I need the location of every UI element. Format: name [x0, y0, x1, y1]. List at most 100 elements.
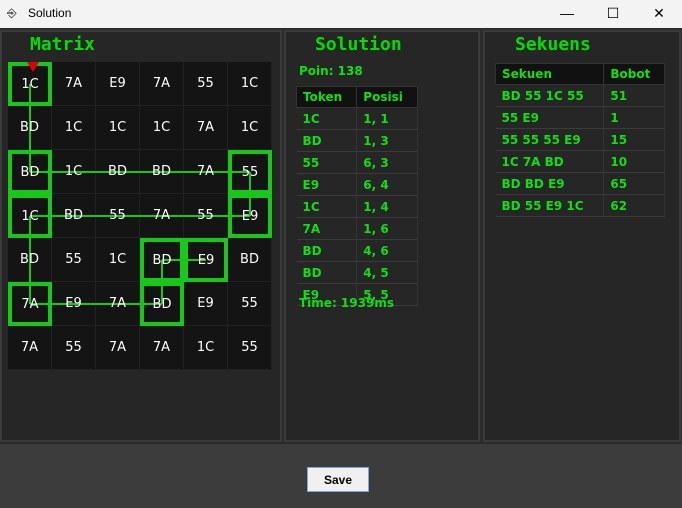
table-cell: 6, 3	[356, 151, 418, 174]
matrix-cell: BD	[8, 106, 52, 150]
table-row: 1C 1, 1	[296, 107, 418, 130]
table-cell: 7A	[296, 217, 358, 240]
table-cell: 1C	[296, 107, 358, 130]
matrix-cell: 7A	[140, 326, 184, 370]
matrix-cell: BD	[140, 282, 184, 326]
matrix-cell: 7A	[184, 106, 228, 150]
table-row: BD 55 1C 55 51	[495, 84, 665, 107]
minimize-button[interactable]: —	[544, 0, 590, 28]
matrix-cell: 7A	[96, 326, 140, 370]
matrix-cell: 7A	[184, 150, 228, 194]
matrix-cell-token: 55	[197, 76, 214, 91]
matrix-cell-token: 1C	[108, 120, 127, 135]
matrix-cell: 1C	[96, 238, 140, 282]
table-row: 55 55 55 E9 15	[495, 128, 665, 151]
table-header: Bobot	[603, 63, 665, 85]
table-row: 1C 1, 4	[296, 195, 418, 218]
matrix-cell-token: BD	[240, 252, 259, 267]
matrix-cell: E9	[228, 194, 272, 238]
matrix-cell-token: 1C	[240, 120, 259, 135]
table-row: BD BD E9 65	[495, 172, 665, 195]
matrix-cell-token: BD	[152, 164, 171, 179]
matrix-cell-token: 7A	[196, 164, 215, 179]
matrix-cell-token: 7A	[196, 120, 215, 135]
matrix-cell: 55	[228, 326, 272, 370]
matrix-cell-token: 1C	[64, 120, 83, 135]
matrix-cell: 7A	[8, 282, 52, 326]
matrix-cell-token: 1C	[64, 164, 83, 179]
table-row: BD 4, 6	[296, 239, 418, 262]
matrix-cell-token: 7A	[152, 76, 171, 91]
solution-title: Solution	[315, 34, 402, 55]
table-row: E9 6, 4	[296, 173, 418, 196]
table-row: BD 55 E9 1C 62	[495, 194, 665, 217]
solution-table: Token Posisi 1C 1, 1 BD 1, 3 55 6, 3 E9 6, 4 1C 1, …	[295, 86, 418, 306]
matrix-cell-token: 1C	[21, 76, 39, 92]
matrix-cell-token: 1C	[240, 76, 259, 91]
title-bar: ⎆ Solution — ☐ ✕	[0, 0, 682, 28]
matrix-cell: BD	[140, 150, 184, 194]
matrix-cell-token: 7A	[152, 340, 171, 355]
table-cell: 1C 7A BD	[495, 150, 605, 173]
table-cell: 1, 4	[356, 195, 418, 218]
matrix-cell-token: E9	[109, 76, 126, 91]
table-cell: 62	[603, 194, 665, 217]
matrix-cell: BD	[8, 150, 52, 194]
matrix-cell-token: 1C	[108, 252, 127, 267]
table-cell: 1, 3	[356, 129, 418, 152]
matrix-cell-token: E9	[197, 252, 215, 268]
matrix-title: Matrix	[30, 34, 96, 55]
matrix-cell-token: 7A	[20, 340, 39, 355]
matrix-cell: 55	[228, 150, 272, 194]
matrix-cell-token: BD	[152, 252, 172, 268]
table-row: BD 1, 3	[296, 129, 418, 152]
table-cell: 55 E9	[495, 106, 605, 129]
matrix-cell-token: 1C	[21, 208, 39, 224]
save-button[interactable]: Save	[307, 467, 369, 492]
matrix-cell: BD	[96, 150, 140, 194]
matrix-cell-token: 55	[109, 208, 126, 223]
matrix-cell-token: BD	[64, 208, 83, 223]
table-cell: 65	[603, 172, 665, 195]
matrix-cell: 1C	[228, 62, 272, 106]
matrix-cell: 1C	[96, 106, 140, 150]
table-cell: BD	[296, 129, 358, 152]
table-header: Posisi	[356, 86, 418, 108]
sekuens-table: Sekuen Bobot BD 55 1C 55 51 55 E9 1 55 55 55 E…	[494, 63, 665, 217]
matrix-cell: 7A	[96, 282, 140, 326]
table-cell: 4, 6	[356, 239, 418, 262]
points-label: Poin: 138	[299, 64, 363, 78]
matrix-cell: 1C	[52, 106, 96, 150]
matrix-cell-token: 55	[241, 340, 258, 355]
table-header: Sekuen	[494, 63, 605, 85]
table-cell: E9	[296, 173, 358, 196]
table-cell: BD BD E9	[495, 172, 605, 195]
matrix-cell: 1C	[52, 150, 96, 194]
sekuens-title: Sekuens	[515, 34, 591, 55]
table-row: BD 4, 5	[296, 261, 418, 284]
matrix-grid: 1C 7A E9 7A 55 1C BD 1C 1C 1C 7A 1C BD 1C BD BD 7A 55 1C BD…	[8, 62, 272, 370]
matrix-cell-token: 7A	[108, 296, 127, 311]
matrix-cell-token: 7A	[152, 208, 171, 223]
maximize-button[interactable]: ☐	[590, 0, 636, 28]
matrix-cell-token: BD	[20, 252, 39, 267]
matrix-cell: 55	[228, 282, 272, 326]
table-cell: BD	[296, 239, 358, 262]
table-cell: BD 55 1C 55	[495, 84, 605, 107]
matrix-cell: 1C	[228, 106, 272, 150]
matrix-cell-token: E9	[241, 208, 259, 224]
matrix-cell-token: BD	[152, 296, 172, 312]
matrix-cell-token: 7A	[21, 296, 39, 312]
matrix-cell-token: 55	[65, 340, 82, 355]
table-cell: 1	[603, 106, 665, 129]
close-button[interactable]: ✕	[636, 0, 682, 28]
matrix-cell: 1C	[140, 106, 184, 150]
matrix-cell-token: 1C	[152, 120, 171, 135]
matrix-cell: BD	[8, 238, 52, 282]
matrix-cell: 55	[52, 326, 96, 370]
matrix-cell-token: 7A	[64, 76, 83, 91]
matrix-cell-token: BD	[20, 164, 40, 180]
table-cell: 1, 6	[356, 217, 418, 240]
matrix-cell: 55	[184, 194, 228, 238]
door-exit-icon: ⎆	[7, 6, 17, 20]
